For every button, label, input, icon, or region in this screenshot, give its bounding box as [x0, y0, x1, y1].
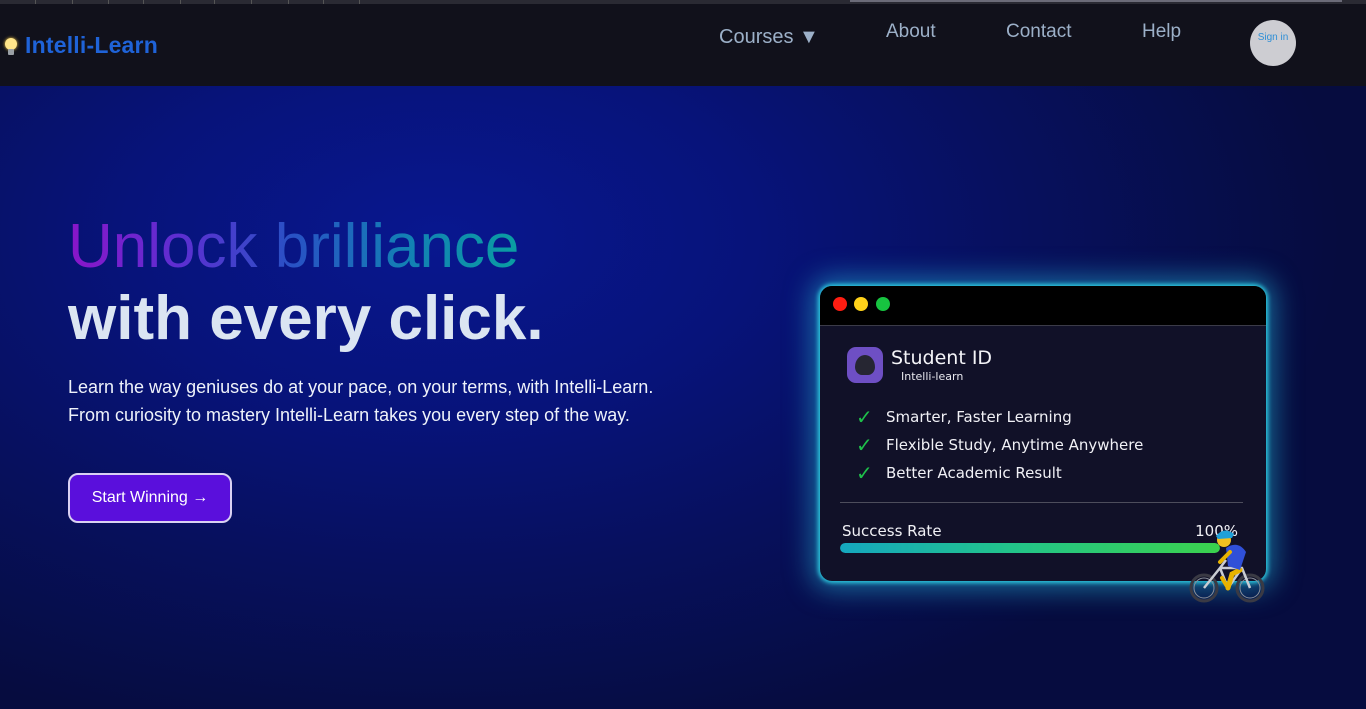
checkmark-icon: ✓: [856, 461, 873, 485]
brand-logo[interactable]: Intelli-Learn: [4, 32, 158, 59]
feature-item: ✓ Flexible Study, Anytime Anywhere: [856, 435, 1143, 455]
card-divider: [840, 502, 1243, 503]
hero-description: Learn the way geniuses do at your pace, …: [68, 373, 748, 429]
feature-item: ✓ Better Academic Result: [856, 463, 1062, 483]
card-subtitle: Intelli-learn: [901, 370, 964, 383]
feature-label: Better Academic Result: [886, 464, 1062, 482]
start-winning-button[interactable]: Start Winning →: [68, 473, 232, 523]
hero-description-line-1: Learn the way geniuses do at your pace, …: [68, 377, 654, 397]
nav-contact-link[interactable]: Contact: [1006, 21, 1071, 43]
brand-name: Intelli-Learn: [25, 32, 158, 58]
hero-description-line-2: From curiosity to mastery Intelli-Learn …: [68, 405, 630, 425]
student-avatar-icon: [847, 347, 883, 383]
lightbulb-icon: [4, 35, 18, 57]
checkmark-icon: ✓: [856, 405, 873, 429]
nav-help-link[interactable]: Help: [1142, 21, 1181, 43]
success-rate-progress-fill: [840, 543, 1220, 553]
checkmark-icon: ✓: [856, 433, 873, 457]
window-title-bar: [820, 286, 1266, 326]
close-dot-icon: [833, 297, 847, 311]
sign-in-button[interactable]: Sign in: [1250, 20, 1296, 66]
success-rate-label: Success Rate: [842, 522, 942, 540]
feature-label: Smarter, Faster Learning: [886, 408, 1072, 426]
feature-item: ✓ Smarter, Faster Learning: [856, 407, 1072, 427]
maximize-dot-icon: [876, 297, 890, 311]
headline-plain: with every click.: [68, 284, 544, 353]
feature-label: Flexible Study, Anytime Anywhere: [886, 436, 1144, 454]
nav-about-link[interactable]: About: [886, 21, 936, 43]
success-rate-progress-bar: [840, 543, 1220, 553]
hero-section: Unlock brilliance with every click. Lear…: [0, 86, 1366, 709]
minimize-dot-icon: [854, 297, 868, 311]
nav-courses-dropdown[interactable]: Courses ▼: [719, 26, 819, 49]
cyclist-icon: [1189, 530, 1265, 603]
headline-gradient: Unlock brilliance: [68, 212, 520, 281]
navbar: Intelli-Learn Courses ▼ About Contact He…: [0, 4, 1366, 86]
card-title: Student ID: [891, 347, 993, 369]
